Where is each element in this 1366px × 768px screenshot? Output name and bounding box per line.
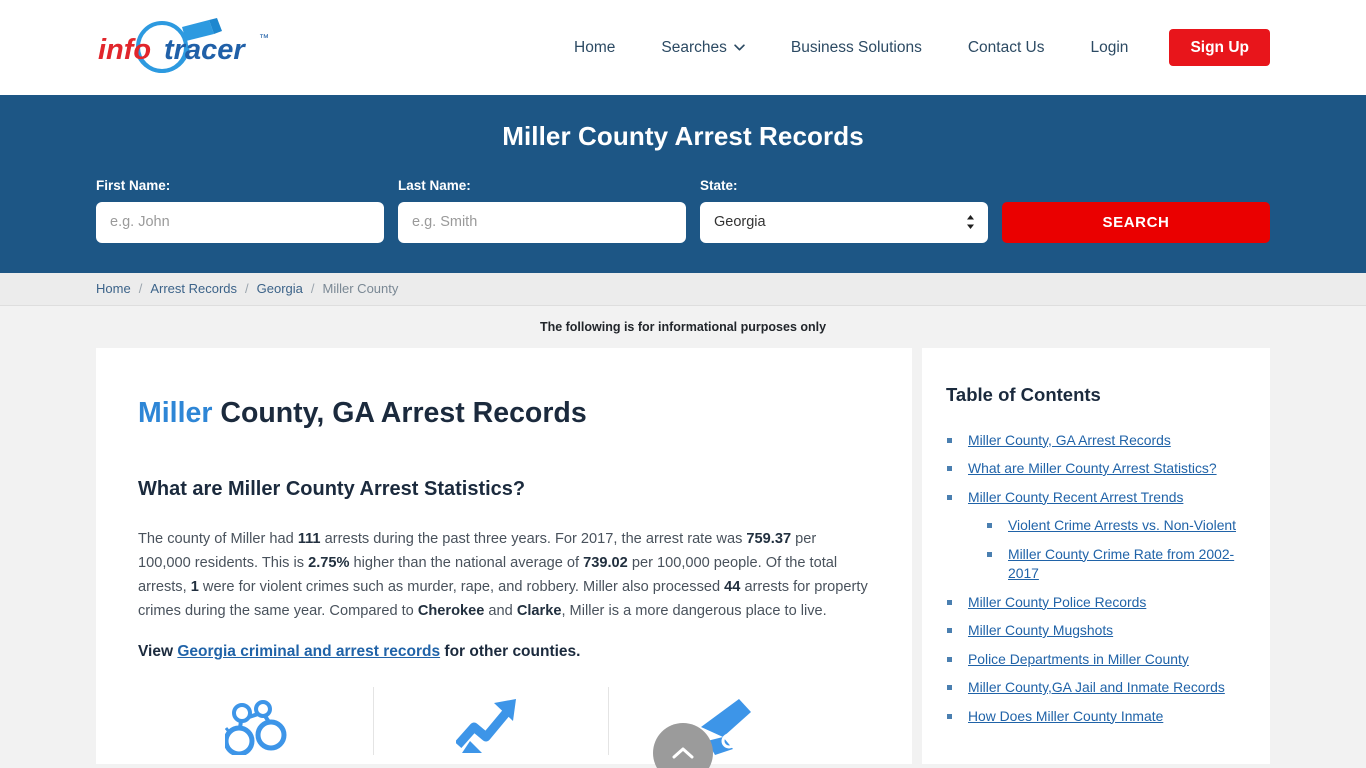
main-article-card: Miller County, GA Arrest Records What ar…	[96, 347, 912, 764]
toc-list: Miller County, GA Arrest Records What ar…	[946, 431, 1246, 727]
p-b6: 44	[724, 579, 741, 596]
p-b5: 1	[190, 579, 199, 596]
toc-subitem: Miller County Crime Rate from 2002-2017	[986, 545, 1246, 584]
toc-item: Miller County Police Records	[946, 593, 1246, 613]
breadcrumb-separator: /	[245, 281, 249, 296]
trending-up-arrow-icon	[456, 699, 516, 754]
toc-link-arrest-records[interactable]: Miller County, GA Arrest Records	[968, 432, 1171, 448]
feature-icon-strip	[138, 687, 870, 756]
toc-item: Miller County Recent Arrest Trends Viole…	[946, 488, 1246, 584]
page-title: Miller County, GA Arrest Records	[138, 396, 870, 432]
breadcrumb-item-miller-county: Miller County	[322, 281, 399, 296]
view-other-counties-line: View Georgia criminal and arrest records…	[138, 643, 870, 661]
chevron-down-icon	[734, 44, 745, 51]
nav-business-solutions-label: Business Solutions	[790, 38, 922, 56]
toc-link-jail-inmate-records[interactable]: Miller County,GA Jail and Inmate Records	[968, 679, 1225, 695]
p-b8: Clarke	[516, 603, 562, 620]
svg-text:info: info	[98, 34, 151, 66]
handcuffs-icon	[224, 700, 286, 756]
toc-item: How Does Miller County Inmate	[946, 707, 1246, 727]
state-select[interactable]: Georgia	[700, 201, 988, 243]
toc-link-mugshots[interactable]: Miller County Mugshots	[968, 622, 1113, 638]
p-s8: and	[484, 603, 517, 620]
feature-cell-pistol	[608, 687, 843, 756]
toc-link-recent-arrest-trends[interactable]: Miller County Recent Arrest Trends	[968, 489, 1183, 505]
nav-login-label: Login	[1090, 38, 1129, 56]
p-s4: higher than the national average of	[349, 555, 584, 572]
feature-cell-handcuffs	[138, 687, 373, 756]
page-title-highlight: Miller	[138, 396, 213, 429]
nav-home-label: Home	[574, 38, 616, 56]
p-s6: were for violent crimes such as murder, …	[198, 579, 725, 596]
page-content: Miller County, GA Arrest Records What ar…	[0, 347, 1366, 764]
state-field-group: State: Georgia	[700, 179, 988, 243]
svg-text:™: ™	[259, 33, 269, 44]
toc-link-arrest-statistics[interactable]: What are Miller County Arrest Statistics…	[968, 460, 1217, 476]
last-name-label: Last Name:	[398, 178, 471, 193]
toc-item: Police Departments in Miller County	[946, 650, 1246, 670]
first-name-field-group: First Name:	[96, 179, 384, 243]
nav-contact-us-label: Contact Us	[967, 38, 1045, 56]
nav-searches-label: Searches	[661, 38, 727, 56]
view-prefix: View	[138, 643, 178, 661]
breadcrumb-item-georgia[interactable]: Georgia	[257, 281, 303, 296]
view-suffix: for other counties.	[440, 643, 581, 661]
p-b7: Cherokee	[417, 603, 485, 620]
feature-cell-trend	[373, 687, 608, 756]
search-banner: Miller County Arrest Records First Name:…	[0, 95, 1366, 273]
main-navigation: Home Searches Business Solutions Contact…	[551, 28, 1270, 67]
toc-item: Miller County,GA Jail and Inmate Records	[946, 678, 1246, 698]
statistics-paragraph: The county of Miller had 111 arrests dur…	[138, 527, 870, 623]
p-b3: 2.75%	[308, 555, 350, 572]
toc-subitem: Violent Crime Arrests vs. Non-Violent	[986, 516, 1246, 536]
georgia-records-link[interactable]: Georgia criminal and arrest records	[177, 643, 440, 660]
first-name-input[interactable]	[96, 201, 384, 243]
nav-contact-us[interactable]: Contact Us	[945, 40, 1068, 56]
p-b1: 111	[297, 531, 321, 548]
logo[interactable]: info tracer ™	[96, 0, 326, 95]
first-name-label: First Name:	[96, 178, 171, 193]
breadcrumb-separator: /	[310, 281, 315, 296]
nav-business-solutions[interactable]: Business Solutions	[768, 40, 945, 56]
toc-item: What are Miller County Arrest Statistics…	[946, 459, 1246, 479]
breadcrumb: Home / Arrest Records / Georgia / Miller…	[0, 272, 1366, 306]
chevron-up-icon	[672, 747, 694, 759]
p-s9: , Miller is a more dangerous place to li…	[561, 603, 827, 620]
p-b2: 759.37	[746, 531, 792, 548]
sign-up-button[interactable]: Sign Up	[1169, 28, 1270, 67]
nav-login[interactable]: Login	[1068, 40, 1152, 56]
toc-link-violent-vs-nonviolent[interactable]: Violent Crime Arrests vs. Non-Violent	[1008, 517, 1236, 533]
toc-item: Miller County, GA Arrest Records	[946, 431, 1246, 451]
state-label: State:	[700, 178, 738, 193]
section-heading-statistics: What are Miller County Arrest Statistics…	[138, 478, 526, 501]
toc-sublist: Violent Crime Arrests vs. Non-Violent Mi…	[986, 516, 1246, 584]
informational-notice: The following is for informational purpo…	[0, 305, 1366, 348]
infotracer-logo-icon: info tracer ™	[98, 17, 269, 73]
toc-title: Table of Contents	[946, 383, 1101, 405]
nav-searches[interactable]: Searches	[638, 40, 767, 56]
breadcrumb-separator: /	[138, 281, 143, 296]
nav-home[interactable]: Home	[551, 40, 638, 56]
p-s1: The county of Miller had	[138, 531, 298, 548]
p-b4: 739.02	[583, 555, 628, 572]
search-form: First Name: Last Name: State: Georgia SE…	[96, 179, 1270, 243]
toc-link-inmate-search[interactable]: How Does Miller County Inmate	[968, 708, 1163, 724]
page-banner-title: Miller County Arrest Records	[502, 121, 864, 151]
site-header: info tracer ™ Home Searches Business Sol…	[0, 0, 1366, 95]
last-name-input[interactable]	[398, 201, 686, 243]
toc-link-police-records[interactable]: Miller County Police Records	[968, 594, 1146, 610]
p-s2: arrests during the past three years. For…	[320, 531, 747, 548]
toc-link-crime-rate-2002-2017[interactable]: Miller County Crime Rate from 2002-2017	[1008, 546, 1234, 582]
toc-link-police-departments[interactable]: Police Departments in Miller County	[968, 651, 1189, 667]
svg-text:tracer: tracer	[164, 34, 246, 66]
search-button[interactable]: SEARCH	[1002, 201, 1270, 243]
breadcrumb-item-arrest-records[interactable]: Arrest Records	[150, 281, 237, 296]
toc-item: Miller County Mugshots	[946, 621, 1246, 641]
last-name-field-group: Last Name:	[398, 179, 686, 243]
table-of-contents-card: Table of Contents Miller County, GA Arre…	[922, 347, 1270, 764]
breadcrumb-item-home[interactable]: Home	[96, 281, 131, 296]
page-title-rest: County, GA Arrest Records	[212, 396, 587, 429]
